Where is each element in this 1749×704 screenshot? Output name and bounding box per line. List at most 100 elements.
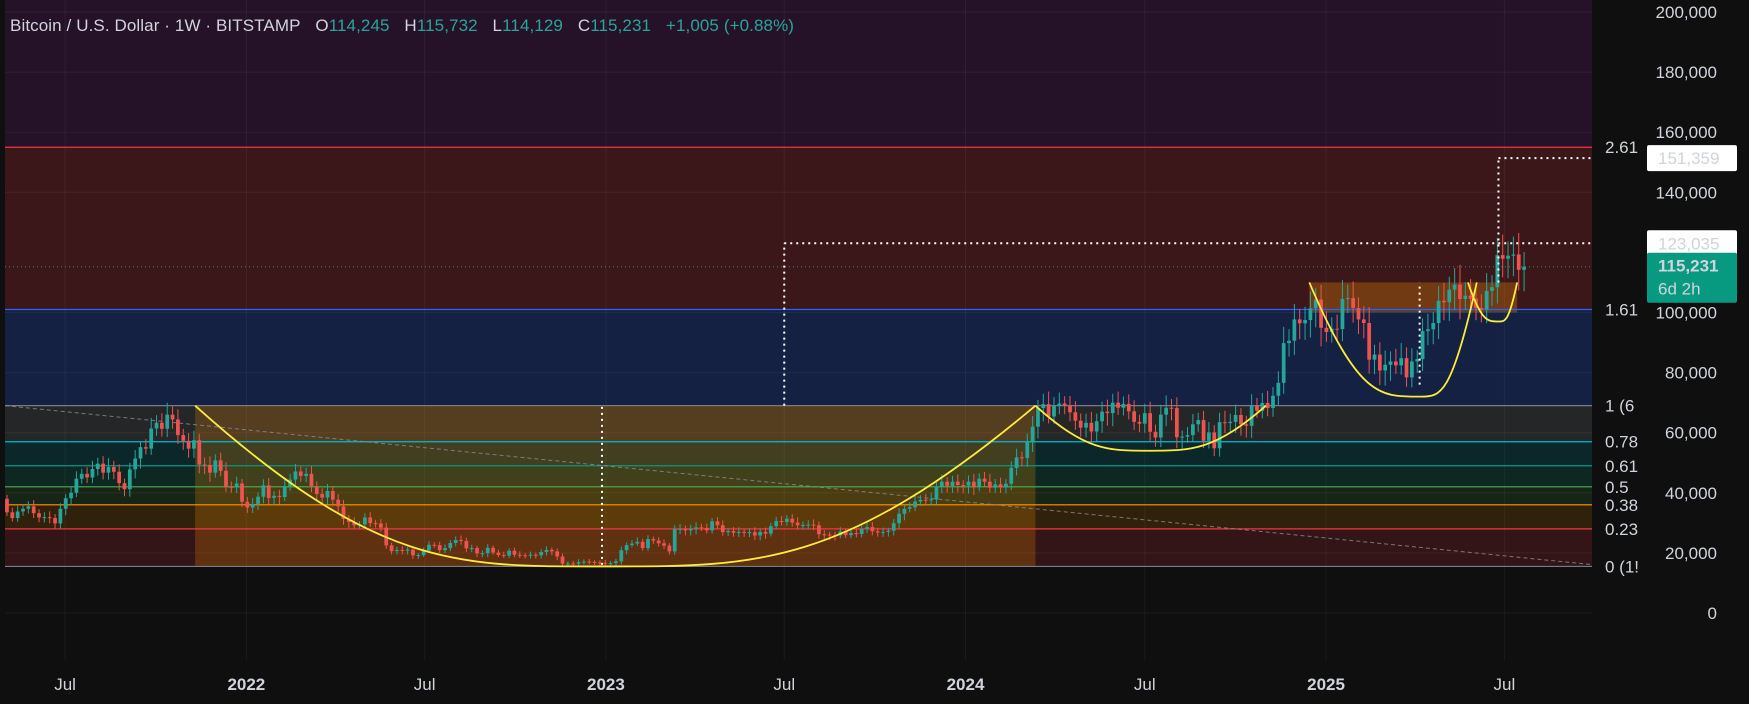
candle-body	[998, 484, 1003, 488]
fib-level-label: 0.38	[1605, 496, 1638, 515]
candle-body	[982, 478, 987, 482]
candle-body	[988, 481, 992, 488]
candle-body	[1041, 404, 1046, 409]
candle-body	[1265, 402, 1270, 409]
candle-body	[907, 507, 912, 509]
candle-body	[977, 478, 982, 487]
candle-body	[1484, 290, 1489, 310]
fib-level-label: 0 (1!	[1605, 557, 1639, 576]
candle-body	[560, 556, 565, 564]
price-axis-background	[1592, 0, 1749, 704]
x-tick-label: Jul	[54, 675, 76, 694]
y-tick-label: 160,000	[1656, 123, 1717, 142]
candle-body	[1057, 403, 1062, 406]
candle-body	[304, 473, 308, 476]
candle-body	[1233, 414, 1238, 422]
candle-body	[731, 530, 736, 533]
candle-body	[1132, 411, 1136, 422]
candle-body	[133, 458, 138, 470]
candle-body	[1009, 467, 1014, 484]
symbol-title: Bitcoin / U.S. Dollar · 1W · BITSTAMP	[10, 16, 301, 35]
candle-body	[143, 447, 148, 449]
candle-body	[282, 486, 287, 498]
fib-level-label: 1.61	[1605, 300, 1638, 319]
chart-container[interactable]: 2.611.611 (60.780.610.50.380.230 (1!2.61…	[0, 0, 1749, 704]
candle-body	[1511, 254, 1516, 256]
candle-body	[1174, 408, 1179, 438]
candle-body	[1244, 424, 1249, 426]
candle-body	[1089, 422, 1094, 432]
candle-body	[881, 531, 885, 533]
candle-body	[69, 492, 73, 499]
candle-body	[186, 440, 191, 449]
candle-body	[1361, 319, 1366, 324]
candle-body	[549, 549, 554, 552]
candle-body	[619, 550, 624, 562]
candle-body	[955, 481, 960, 485]
candle-body	[443, 548, 447, 551]
candle-body	[720, 525, 725, 533]
candle-body	[475, 548, 479, 554]
candle-body	[485, 547, 490, 554]
candle-body	[197, 440, 202, 465]
candle-body	[790, 518, 795, 523]
candle-body	[10, 512, 15, 519]
candle-body	[170, 414, 175, 420]
candle-body	[74, 478, 79, 493]
candle-body	[918, 499, 923, 502]
candle-body	[111, 466, 116, 472]
fib-level-label: 2.61	[1605, 138, 1638, 157]
candle-body	[101, 463, 105, 473]
candle-body	[277, 495, 282, 498]
candle-body	[566, 563, 570, 565]
candle-body	[53, 518, 57, 524]
candle-body	[715, 521, 720, 526]
candle-body	[336, 499, 341, 507]
candle-body	[1073, 412, 1078, 421]
candle-body	[363, 517, 367, 525]
candle-body	[1388, 361, 1393, 365]
close-label: C	[577, 16, 591, 35]
candle-body	[929, 499, 933, 501]
candle-body	[875, 531, 880, 533]
candle-body	[213, 460, 218, 473]
candle-body	[138, 447, 143, 459]
change-value: +1,005 (+0.88%)	[665, 16, 795, 35]
candle-body	[934, 486, 939, 500]
candle-body	[795, 522, 800, 526]
candle-body	[1030, 426, 1035, 442]
candle-body	[325, 490, 330, 498]
candle-body	[229, 486, 234, 488]
candle-body	[533, 554, 538, 556]
candle-body	[1180, 436, 1185, 438]
candle-body	[961, 484, 966, 486]
candle-body	[811, 524, 816, 526]
candle-body	[870, 527, 875, 532]
candle-body	[95, 463, 100, 470]
candle-body	[1121, 403, 1126, 408]
candle-body	[1372, 354, 1377, 360]
candle-body	[1393, 361, 1398, 366]
x-tick-label: 2025	[1307, 675, 1345, 694]
candle-body	[1297, 319, 1302, 324]
y-tick-label: 60,000	[1665, 424, 1717, 443]
candle-body	[1201, 420, 1206, 441]
fib-level-label: 0.78	[1605, 433, 1638, 452]
cup-zone	[195, 405, 1036, 567]
candle-body	[945, 481, 950, 486]
candle-body	[1105, 411, 1110, 414]
candle-body	[469, 548, 474, 550]
candle-body	[480, 553, 485, 555]
candle-body	[1490, 287, 1494, 291]
fib-level-label: 1 (6	[1605, 397, 1634, 416]
x-tick-label: Jul	[414, 675, 436, 694]
candle-body	[1399, 358, 1404, 366]
candle-body	[512, 550, 517, 555]
candle-body	[373, 523, 378, 525]
x-tick-label: 2022	[227, 675, 265, 694]
candle-body	[624, 545, 629, 551]
candle-body	[427, 544, 431, 551]
candle-body	[47, 517, 52, 519]
candle-body	[1116, 402, 1120, 408]
price-chart[interactable]: 2.611.611 (60.780.610.50.380.230 (1!2.61…	[0, 0, 1749, 704]
